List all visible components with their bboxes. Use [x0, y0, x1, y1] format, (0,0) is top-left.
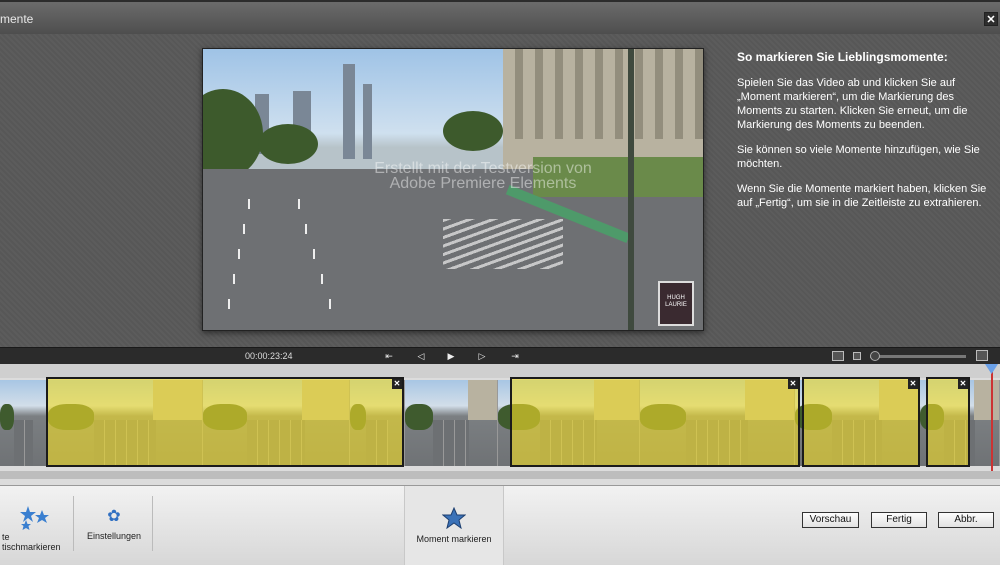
instructions-paragraph: Spielen Sie das Video ab und klicken Sie… [737, 77, 968, 131]
instructions-panel: So markieren Sie Lieblingsmomente: Spiel… [737, 50, 987, 221]
go-to-start-icon[interactable]: ⇤ [382, 350, 396, 362]
fit-to-window-icon[interactable] [832, 351, 844, 361]
window-title: mente [0, 12, 34, 26]
tree [258, 124, 318, 164]
timecode: 00:00:23:24 [245, 351, 293, 361]
settings-button[interactable]: ✿ Einstellungen [80, 486, 148, 565]
trial-watermark: Erstellt mit der Testversion von Adobe P… [374, 160, 592, 192]
remove-moment-button[interactable]: ✕ [958, 379, 968, 389]
skyscraper [363, 84, 372, 159]
marked-moment[interactable]: ✕ [510, 377, 800, 467]
playhead[interactable] [991, 364, 993, 474]
marked-moment[interactable]: ✕ [46, 377, 404, 467]
instructions-paragraph: Wenn Sie die Momente markiert haben, kli… [737, 183, 987, 209]
close-button[interactable]: ✕ [984, 12, 998, 26]
cancel-button[interactable]: Abbr. [938, 512, 994, 528]
timeline-scrollbar[interactable] [0, 471, 1000, 479]
remove-moment-button[interactable]: ✕ [788, 379, 798, 389]
done-button[interactable]: Fertig [871, 512, 927, 528]
bottom-toolbar: te tischmarkieren ✿ Einstellungen Moment… [0, 485, 1000, 565]
colonnade-building [503, 49, 703, 169]
marked-moment[interactable]: ✕ [802, 377, 920, 467]
title-bar: mente ✕ [0, 0, 1000, 34]
clip-thumbnail [0, 380, 48, 466]
transport-bar: 00:00:23:24 ⇤ ◁ ▶ ▷ ⇥ [0, 347, 1000, 364]
preview-button[interactable]: Vorschau [802, 512, 859, 528]
go-to-end-icon[interactable]: ⇥ [508, 350, 522, 362]
gear-icon: ✿ [107, 508, 121, 525]
stars-icon [20, 506, 49, 530]
step-forward-icon[interactable]: ▷ [475, 350, 489, 362]
mark-moment-button[interactable]: Moment markieren [404, 486, 504, 565]
instructions-title: So markieren Sie Lieblingsmomente: [737, 50, 948, 64]
app-window: mente ✕ HUGH LAURIE Erstellt mit der Tes… [0, 0, 1000, 565]
zoom-slider-thumb[interactable] [870, 351, 880, 361]
zoom-slider-track[interactable] [870, 355, 966, 358]
timeline-ruler[interactable] [0, 364, 1000, 378]
skyscraper [343, 64, 355, 159]
instructions-paragraph: Sie können so viele Momente hinzufügen, … [737, 144, 980, 170]
toolbar-separator [152, 496, 153, 551]
zoom-out-icon[interactable] [853, 352, 861, 360]
main-area: HUGH LAURIE Erstellt mit der Testversion… [0, 34, 1000, 347]
toolbar-separator [73, 496, 74, 551]
video-preview[interactable]: HUGH LAURIE Erstellt mit der Testversion… [202, 48, 704, 331]
remove-moment-button[interactable]: ✕ [392, 379, 402, 389]
tree [443, 111, 503, 151]
play-icon[interactable]: ▶ [444, 350, 458, 362]
auto-mark-button[interactable]: te tischmarkieren [0, 486, 72, 565]
clip-thumbnail [405, 380, 498, 466]
zoom-in-icon[interactable] [976, 350, 988, 361]
crosswalk [443, 219, 563, 269]
timeline-filmstrip[interactable]: ✕ ✕ ✕ ✕ [0, 364, 1000, 485]
marked-moment[interactable]: ✕ [926, 377, 970, 467]
star-icon [442, 507, 466, 529]
street-sign: HUGH LAURIE [658, 281, 694, 326]
step-back-icon[interactable]: ◁ [414, 350, 428, 362]
remove-moment-button[interactable]: ✕ [908, 379, 918, 389]
